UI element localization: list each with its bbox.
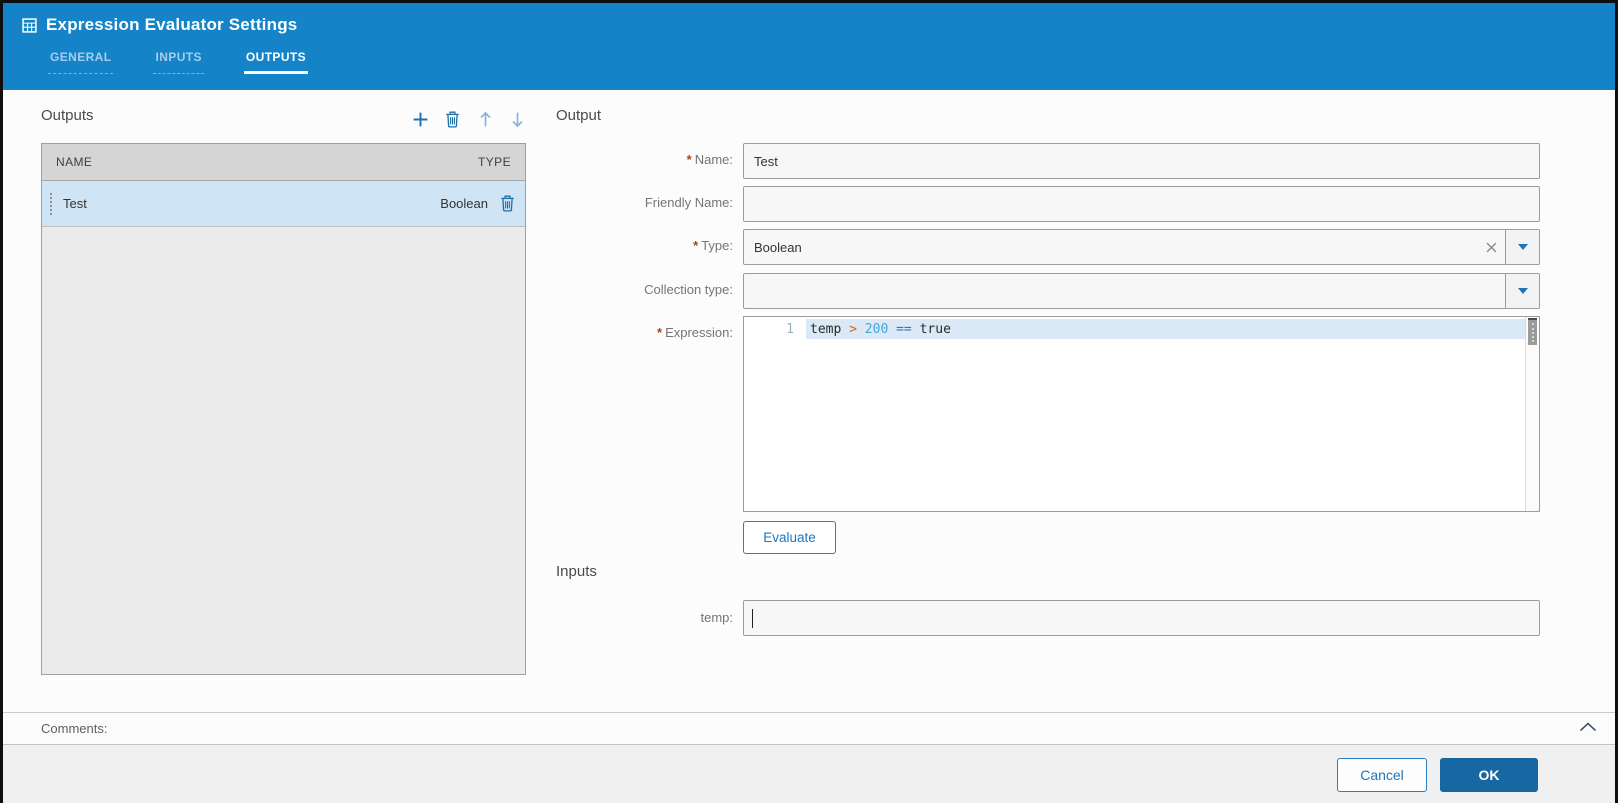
move-down-button[interactable] — [507, 107, 529, 131]
tab-general[interactable]: GENERAL — [48, 50, 113, 74]
scrollbar-thumb[interactable] — [1528, 318, 1537, 345]
required-marker: * — [686, 152, 692, 167]
friendly-name-field-wrap — [743, 186, 1540, 222]
row-name: Test — [63, 196, 87, 211]
dialog-header: Expression Evaluator Settings GENERAL IN… — [3, 3, 1615, 90]
add-output-button[interactable] — [409, 107, 431, 131]
name-label: * Name: — [686, 152, 733, 167]
evaluate-button[interactable]: Evaluate — [743, 521, 836, 554]
comments-bar: Comments: — [3, 712, 1615, 745]
type-combobox[interactable]: Boolean — [743, 229, 1540, 265]
name-input[interactable] — [744, 144, 1539, 178]
drag-handle-icon[interactable] — [50, 192, 54, 215]
dialog-footer: Cancel OK — [3, 745, 1615, 803]
chevron-down-icon — [1517, 244, 1528, 250]
outputs-table: NAME TYPE Test Boolean — [41, 143, 526, 675]
temp-input[interactable] — [744, 601, 1539, 635]
text-cursor — [752, 609, 753, 628]
ok-button[interactable]: OK — [1440, 758, 1538, 792]
outputs-heading: Outputs — [41, 107, 94, 124]
table-row[interactable]: Test Boolean — [42, 181, 525, 227]
chevron-down-icon — [1517, 288, 1528, 294]
dialog-title: Expression Evaluator Settings — [46, 15, 298, 34]
clear-type-button[interactable] — [1477, 242, 1505, 253]
row-type: Boolean — [440, 196, 488, 211]
expression-editor[interactable]: 1 temp > 200 == true — [743, 316, 1540, 512]
collection-type-dropdown-button[interactable] — [1505, 274, 1539, 308]
column-header-type: TYPE — [478, 155, 511, 169]
collection-type-label: Collection type: — [644, 282, 733, 297]
temp-label: temp: — [700, 610, 733, 625]
expression-label: * Expression: — [657, 325, 733, 340]
friendly-name-label: Friendly Name: — [644, 195, 733, 210]
tab-inputs[interactable]: INPUTS — [153, 50, 203, 74]
comments-label: Comments: — [41, 721, 108, 736]
tab-bar: GENERAL INPUTS OUTPUTS — [48, 50, 308, 74]
collection-type-combobox[interactable] — [743, 273, 1540, 309]
move-up-button[interactable] — [474, 107, 496, 131]
type-label: * Type: — [693, 238, 733, 253]
editor-scrollbar[interactable] — [1525, 317, 1539, 511]
outputs-toolbar — [409, 105, 529, 133]
expression-code-line: temp > 200 == true — [810, 322, 951, 337]
output-heading: Output — [556, 107, 602, 124]
row-delete-button[interactable] — [500, 195, 515, 212]
type-value: Boolean — [754, 239, 802, 255]
inputs-heading: Inputs — [556, 563, 597, 580]
outputs-table-header: NAME TYPE — [42, 144, 525, 181]
column-header-name: NAME — [56, 155, 93, 169]
name-field-wrap — [743, 143, 1540, 179]
expression-evaluator-settings-dialog: Expression Evaluator Settings GENERAL IN… — [0, 0, 1618, 803]
tab-outputs[interactable]: OUTPUTS — [244, 50, 308, 74]
line-number: 1 — [786, 322, 794, 337]
cancel-button[interactable]: Cancel — [1337, 758, 1427, 792]
settings-grid-icon — [22, 18, 37, 33]
temp-field-wrap — [743, 600, 1540, 636]
delete-output-button[interactable] — [442, 107, 464, 131]
type-dropdown-button[interactable] — [1505, 230, 1539, 264]
friendly-name-input[interactable] — [744, 187, 1539, 221]
collapse-comments-button[interactable] — [1579, 722, 1597, 732]
